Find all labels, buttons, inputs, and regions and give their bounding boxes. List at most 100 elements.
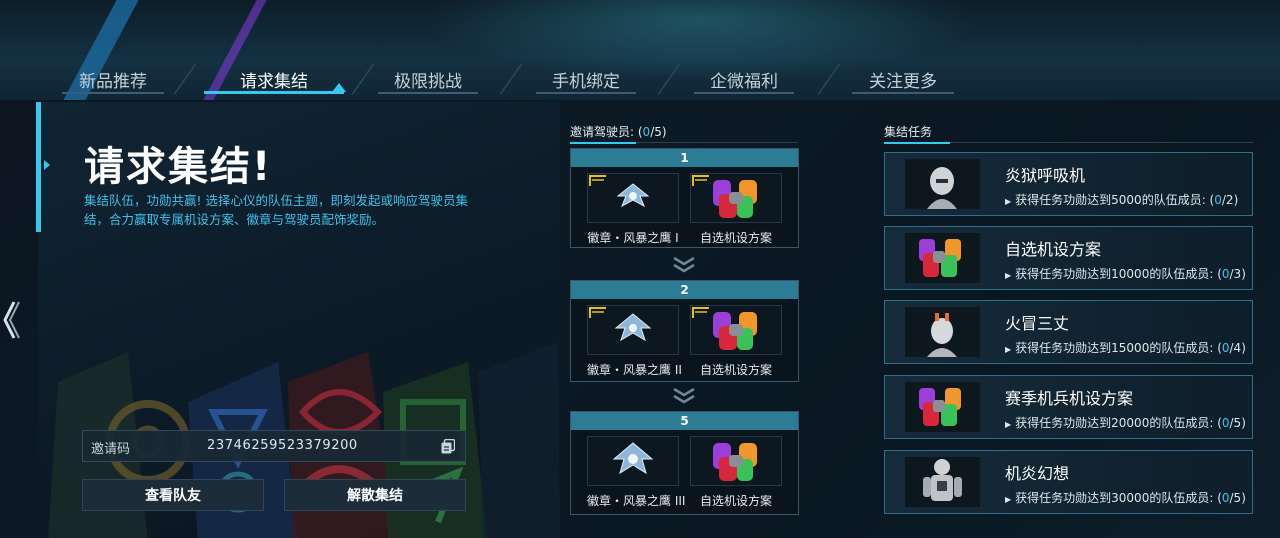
chevron-left-icon[interactable] bbox=[2, 298, 20, 342]
blueprint-reward-label: 自选机设方案 bbox=[699, 231, 772, 245]
badge-reward-label: 徽章・风暴之鹰 I bbox=[587, 231, 679, 245]
tab-phone-binding[interactable]: 手机绑定 bbox=[528, 62, 644, 96]
mech-body-icon bbox=[905, 457, 980, 507]
reward-tier: 2 徽章・风暴之鹰 II 自选机设方案 bbox=[570, 280, 799, 382]
tab-label: 请求集结 bbox=[240, 71, 308, 92]
invite-code-label: 邀请码 bbox=[91, 442, 131, 457]
blueprint-reward-slot[interactable] bbox=[690, 305, 782, 355]
invite-code-field: 邀请码 23746259523379200 bbox=[82, 430, 466, 462]
tier-level: 1 bbox=[571, 149, 798, 167]
section-underline bbox=[570, 142, 636, 144]
tier-level: 5 bbox=[571, 412, 798, 430]
task-condition: ▶ 获得任务功勋达到20000的队伍成员: (0/5) bbox=[1005, 414, 1246, 431]
section-underline bbox=[884, 142, 950, 144]
paint-cans-icon bbox=[692, 307, 757, 350]
task-total: /3) bbox=[1229, 267, 1246, 281]
rally-task-card[interactable]: 赛季机兵机设方案 ▶ 获得任务功勋达到20000的队伍成员: (0/5) bbox=[884, 375, 1253, 439]
caret-right-icon: ▶ bbox=[1005, 495, 1012, 504]
task-progress: 0 bbox=[1221, 491, 1230, 505]
rally-tasks-header: 集结任务 bbox=[884, 125, 933, 139]
task-progress: 0 bbox=[1221, 341, 1230, 355]
reward-tier: 1 徽章・风暴之鹰 I 自选机设方案 bbox=[570, 148, 799, 248]
storm-hawk-badge-icon bbox=[589, 175, 650, 208]
storm-hawk-badge-icon bbox=[612, 442, 654, 475]
double-chevron-down-icon bbox=[673, 256, 695, 273]
double-chevron-down-icon bbox=[673, 387, 695, 404]
disband-rally-button[interactable]: 解散集结 bbox=[284, 479, 466, 511]
paint-cans-icon bbox=[692, 175, 757, 218]
page-description: 集结队伍，功勋共赢! 选择心仪的队伍主题，即刻发起或响应驾驶员集结，合力赢取专属… bbox=[84, 193, 468, 227]
task-name: 火冒三丈 bbox=[1005, 314, 1070, 333]
tab-label: 企微福利 bbox=[710, 71, 778, 92]
tab-new-products[interactable]: 新品推荐 bbox=[54, 62, 172, 96]
paint-cans-icon bbox=[905, 233, 980, 283]
caret-right-icon bbox=[44, 160, 50, 170]
tab-label: 关注更多 bbox=[869, 71, 937, 92]
task-total: /5) bbox=[1229, 416, 1246, 430]
tab-separator bbox=[173, 64, 197, 94]
caret-right-icon: ▶ bbox=[1005, 271, 1012, 280]
tab-label: 新品推荐 bbox=[79, 71, 147, 92]
invite-pilots-count-total: /5) bbox=[650, 125, 667, 139]
tab-request-rally[interactable]: 请求集结 bbox=[196, 62, 352, 96]
tab-follow-more[interactable]: 关注更多 bbox=[844, 62, 962, 96]
caret-right-icon: ▶ bbox=[1005, 197, 1012, 206]
task-condition: ▶ 获得任务功勋达到5000的队伍成员: (0/2) bbox=[1005, 191, 1238, 208]
rally-task-card[interactable]: 火冒三丈 ▶ 获得任务功勋达到15000的队伍成员: (0/4) bbox=[884, 300, 1253, 364]
task-condition-text: 获得任务功勋达到20000的队伍成员: ( bbox=[1015, 416, 1222, 430]
invite-pilots-label: 邀请驾驶员: bbox=[570, 125, 638, 139]
copy-icon[interactable] bbox=[441, 439, 455, 454]
rally-task-card[interactable]: 机炎幻想 ▶ 获得任务功勋达到30000的队伍成员: (0/5) bbox=[884, 450, 1253, 514]
task-condition-text: 获得任务功勋达到30000的队伍成员: ( bbox=[1015, 491, 1222, 505]
badge-reward-slot[interactable] bbox=[587, 305, 679, 355]
top-tab-bar: 新品推荐 请求集结 极限挑战 手机绑定 企微福利 关注更多 bbox=[0, 0, 1280, 100]
tab-wecom-benefits[interactable]: 企微福利 bbox=[686, 62, 802, 96]
rally-task-card[interactable]: 炎狱呼吸机 ▶ 获得任务功勋达到5000的队伍成员: (0/2) bbox=[884, 152, 1253, 216]
badge-reward-slot[interactable] bbox=[587, 436, 679, 486]
caret-right-icon: ▶ bbox=[1005, 345, 1012, 354]
tier-level: 2 bbox=[571, 281, 798, 299]
task-name: 机炎幻想 bbox=[1005, 464, 1070, 483]
accent-bar bbox=[36, 102, 41, 232]
task-condition-text: 获得任务功勋达到5000的队伍成员: ( bbox=[1015, 193, 1215, 207]
tab-label: 手机绑定 bbox=[552, 71, 620, 92]
page-title: 请求集结! bbox=[84, 144, 273, 190]
badge-reward-slot[interactable] bbox=[587, 173, 679, 223]
badge-reward-label: 徽章・风暴之鹰 II bbox=[587, 363, 682, 377]
task-total: /2) bbox=[1221, 193, 1239, 207]
section-underline bbox=[950, 142, 1253, 143]
blueprint-reward-label: 自选机设方案 bbox=[699, 494, 772, 508]
tab-extreme-challenge[interactable]: 极限挑战 bbox=[370, 62, 486, 96]
task-total: /5) bbox=[1229, 491, 1246, 505]
task-progress: 0 bbox=[1214, 193, 1222, 207]
badge-reward-label: 徽章・风暴之鹰 III bbox=[587, 494, 686, 508]
paint-cans-icon bbox=[713, 443, 757, 481]
view-teammates-button[interactable]: 查看队友 bbox=[82, 479, 264, 511]
reward-tier: 5 徽章・风暴之鹰 III 自选机设方案 bbox=[570, 411, 799, 515]
task-condition: ▶ 获得任务功勋达到15000的队伍成员: (0/4) bbox=[1005, 339, 1246, 356]
invite-code-value: 23746259523379200 bbox=[207, 438, 358, 453]
task-name: 自选机设方案 bbox=[1005, 240, 1102, 259]
storm-hawk-badge-icon bbox=[589, 307, 652, 342]
mech-head-icon bbox=[905, 159, 980, 209]
task-condition-text: 获得任务功勋达到15000的队伍成员: ( bbox=[1015, 341, 1222, 355]
blueprint-reward-label: 自选机设方案 bbox=[699, 363, 772, 377]
task-name: 炎狱呼吸机 bbox=[1005, 166, 1086, 185]
task-progress: 0 bbox=[1221, 267, 1230, 281]
tab-label: 极限挑战 bbox=[394, 71, 462, 92]
section-underline bbox=[636, 142, 798, 143]
blueprint-reward-slot[interactable] bbox=[690, 436, 782, 486]
caret-right-icon: ▶ bbox=[1005, 420, 1012, 429]
paint-cans-icon bbox=[905, 382, 980, 432]
task-condition-text: 获得任务功勋达到10000的队伍成员: ( bbox=[1015, 267, 1222, 281]
active-tab-marker-icon bbox=[332, 83, 346, 92]
task-condition: ▶ 获得任务功勋达到10000的队伍成员: (0/3) bbox=[1005, 265, 1246, 282]
task-condition: ▶ 获得任务功勋达到30000的队伍成员: (0/5) bbox=[1005, 489, 1246, 506]
task-total: /4) bbox=[1229, 341, 1246, 355]
task-progress: 0 bbox=[1221, 416, 1230, 430]
rally-task-card[interactable]: 自选机设方案 ▶ 获得任务功勋达到10000的队伍成员: (0/3) bbox=[884, 226, 1253, 290]
mech-head-flame-icon bbox=[905, 307, 980, 357]
invite-pilots-header: 邀请驾驶员: (0/5) bbox=[570, 123, 667, 140]
blueprint-reward-slot[interactable] bbox=[690, 173, 782, 223]
task-name: 赛季机兵机设方案 bbox=[1005, 389, 1134, 408]
